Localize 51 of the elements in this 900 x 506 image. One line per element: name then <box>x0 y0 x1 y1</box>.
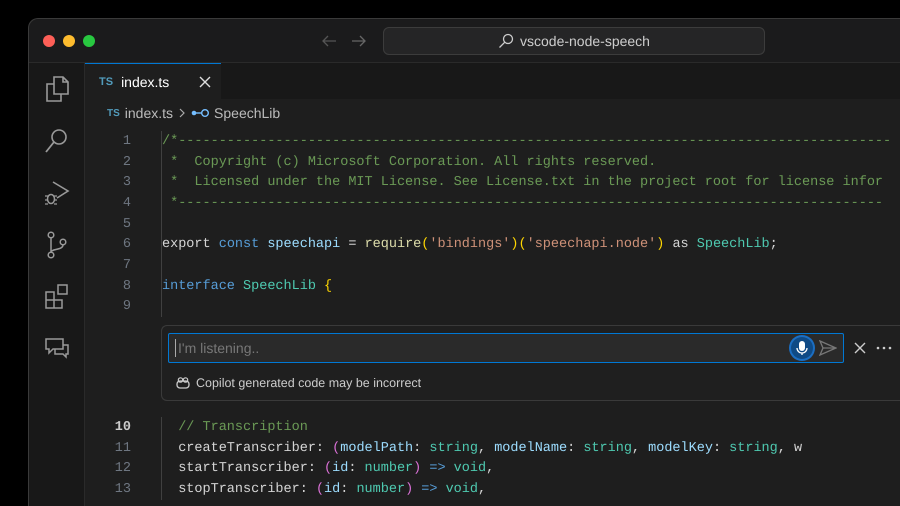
line-number: 6 <box>122 237 132 252</box>
code-line: // Transcription <box>177 420 308 436</box>
disclaimer-text: Copilot generated code may be incorrect <box>196 376 422 390</box>
send-icon[interactable] <box>819 340 837 356</box>
line-number: 10 <box>114 420 132 436</box>
command-search-field[interactable]: vscode-node-speech <box>383 26 765 54</box>
breadcrumb-item[interactable]: index.ts <box>124 105 174 121</box>
line-number: 13 <box>114 482 132 498</box>
run-debug-icon[interactable] <box>44 179 70 207</box>
chat-input-box[interactable]: I'm listening.. <box>168 333 844 364</box>
close-icon[interactable] <box>854 342 866 354</box>
code-line: interface SpeechLib { <box>162 278 332 294</box>
code-line: startTranscriber: (id: number) => void, <box>177 461 494 476</box>
search-icon <box>498 32 514 48</box>
chat-input-field[interactable]: I'm listening.. <box>175 339 785 358</box>
line-number: 12 <box>114 461 132 476</box>
chevron-icon <box>178 107 186 119</box>
code-line: createTranscriber: (modelPath: string, modelName: string, modelKey: string, w <box>177 440 802 456</box>
line-number: 5 <box>122 216 132 232</box>
code-line: *--------------------------------------------------------------------------------------- <box>169 196 884 211</box>
copilot-icon <box>176 377 190 390</box>
file-type-label: TS <box>99 76 114 88</box>
search-icon[interactable] <box>44 127 70 155</box>
minimize-window-button[interactable] <box>63 34 75 46</box>
interface-symbol-icon <box>191 108 210 118</box>
line-number: 8 <box>122 278 132 294</box>
code-line: * Licensed under the MIT License. See License.txt in the project root for license infor <box>169 175 884 190</box>
close-icon[interactable] <box>199 76 211 88</box>
line-number: 2 <box>122 154 132 170</box>
tab-label: index.ts <box>121 74 170 90</box>
files-icon[interactable] <box>44 75 70 103</box>
code-line: export const speechapi = require('bindings')('speechapi.node') as SpeechLib; <box>162 237 778 252</box>
editor-tab[interactable]: TS index.ts <box>85 63 221 99</box>
extensions-icon[interactable] <box>44 283 70 311</box>
line-number: 1 <box>122 134 132 149</box>
line-number: 7 <box>122 258 132 273</box>
microphone-button[interactable] <box>791 337 813 360</box>
code-line: stopTranscriber: (id: number) => void, <box>177 482 486 498</box>
microphone-icon <box>796 340 808 356</box>
line-number: 9 <box>122 299 132 314</box>
file-type-label: TS <box>107 108 120 118</box>
code-line: * Copyright (c) Microsoft Corporation. All rights reserved. <box>169 154 656 170</box>
maximize-window-button[interactable] <box>83 34 95 46</box>
code-line: /*---------------------------------------------------------------------------------------- <box>162 134 892 149</box>
line-number: 11 <box>114 440 132 456</box>
forward-arrow-icon[interactable] <box>351 34 367 48</box>
more-icon[interactable] <box>876 346 892 350</box>
close-window-button[interactable] <box>43 34 55 46</box>
line-number: 3 <box>122 175 132 190</box>
breadcrumb-item[interactable]: SpeechLib <box>214 105 280 121</box>
line-number: 4 <box>122 196 132 211</box>
